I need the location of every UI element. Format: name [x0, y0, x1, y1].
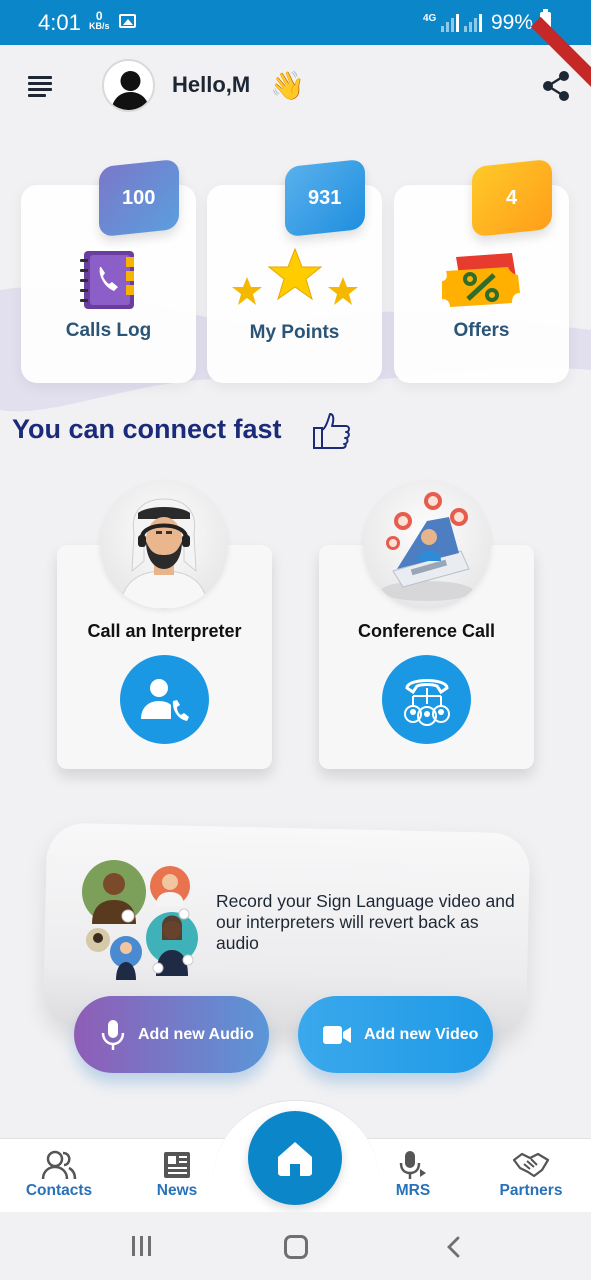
add-video-label: Add new Video [364, 1025, 479, 1043]
stars-icon [231, 247, 358, 305]
contacts-icon [41, 1150, 77, 1180]
stat-label: Offers [453, 320, 510, 341]
stat-badge: 931 [285, 158, 365, 238]
conference-phone-icon [403, 678, 450, 726]
nav-item-news[interactable]: News [127, 1148, 227, 1200]
system-home-icon[interactable] [284, 1235, 308, 1259]
person-phone-icon [140, 678, 189, 721]
phonebook-icon [79, 251, 134, 309]
stat-card-offers[interactable]: 4 Offers [394, 158, 569, 383]
interpreter-avatar-icon [119, 498, 209, 609]
avatar[interactable] [102, 59, 155, 112]
status-bar: 4:01 0 KB/s 4G 99% [0, 0, 591, 45]
conference-call-button[interactable] [382, 655, 471, 744]
nav-label: Partners [499, 1182, 563, 1199]
add-new-video-button[interactable]: Add new Video [298, 996, 493, 1073]
interpreter-portrait [100, 481, 228, 609]
nav-item-mrs[interactable]: MRS [363, 1148, 463, 1200]
handshake-icon [512, 1152, 550, 1178]
data-rate: 0 KB/s [89, 9, 110, 31]
status-time: 4:01 [38, 10, 81, 35]
recent-apps-icon[interactable] [132, 1236, 154, 1256]
back-icon[interactable] [444, 1236, 464, 1258]
network-type: 4G [423, 13, 437, 24]
stat-card-my-points[interactable]: 931 My Points [207, 158, 382, 383]
thumbs-up-icon [313, 413, 350, 449]
home-button[interactable] [248, 1111, 342, 1205]
system-navigation-bar [0, 1212, 591, 1280]
conference-laptop-icon [381, 492, 473, 601]
stat-card-calls-log[interactable]: 100 Calls Log [21, 158, 196, 383]
share-icon[interactable] [540, 70, 572, 102]
microphone-speaker-icon [399, 1151, 426, 1179]
waving-hand-icon: 👋 [270, 70, 305, 101]
user-silhouette-icon [111, 71, 150, 110]
menu-icon[interactable] [28, 76, 52, 97]
call-interpreter-button[interactable] [120, 655, 209, 744]
nav-label: News [156, 1182, 198, 1199]
add-audio-label: Add new Audio [138, 1025, 254, 1043]
signal-icon [441, 14, 461, 32]
home-icon [278, 1142, 312, 1176]
newspaper-icon [164, 1152, 190, 1178]
nav-label: MRS [395, 1182, 431, 1199]
greeting-text: Hello,M [172, 72, 251, 97]
conference-portrait [363, 481, 491, 609]
sign-language-people-illustration [82, 860, 198, 980]
stat-label: Calls Log [65, 320, 152, 341]
video-camera-icon [323, 1025, 351, 1044]
service-title: Call an Interpreter [87, 621, 242, 641]
record-description: Record your Sign Language video and our … [216, 891, 515, 953]
section-title: You can connect fast [12, 414, 282, 444]
nav-label: Contacts [25, 1182, 93, 1199]
stat-label: My Points [249, 322, 340, 343]
nav-item-contacts[interactable]: Contacts [9, 1148, 109, 1200]
gallery-notification-icon [119, 14, 136, 28]
nav-item-partners[interactable]: Partners [481, 1148, 581, 1200]
signal-icon-2 [464, 14, 484, 32]
stat-badge: 4 [472, 158, 552, 238]
battery-percent: 99% [491, 11, 534, 34]
microphone-icon [101, 1019, 125, 1050]
add-new-audio-button[interactable]: Add new Audio [74, 996, 269, 1073]
stat-badge: 100 [99, 158, 179, 238]
discount-coupon-icon [441, 253, 520, 307]
service-title: Conference Call [357, 621, 496, 641]
